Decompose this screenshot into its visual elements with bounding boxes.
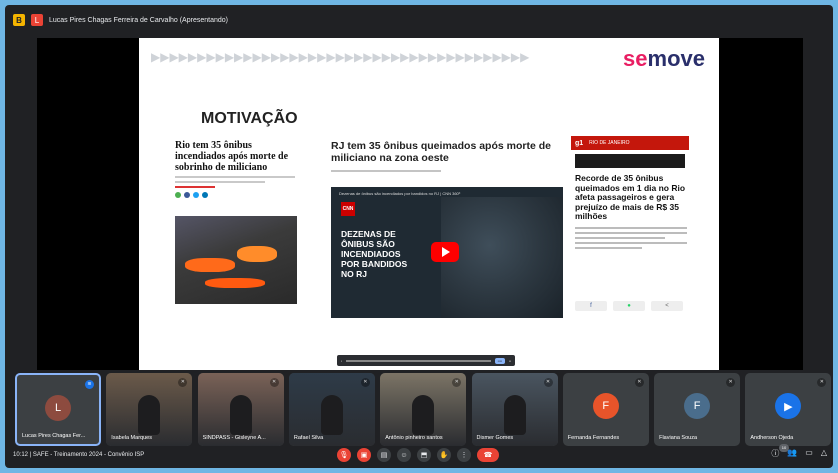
participant-avatar: ▶ <box>775 393 802 419</box>
participant-name: Antônio pinheiro santos <box>385 435 443 441</box>
participant-avatar: F <box>684 393 711 419</box>
participant-person <box>138 395 161 435</box>
participant-name: Flaviana Souza <box>659 435 698 441</box>
share-bar: f ● < <box>575 301 683 311</box>
presenter-avatar: L <box>31 14 43 26</box>
participant-avatar: F <box>592 393 619 419</box>
semove-logo: semove <box>623 46 705 71</box>
hangup-icon[interactable]: ☎ <box>477 448 499 462</box>
muted-mic-icon: ✕ <box>726 378 736 387</box>
article-1-headline: Rio tem 35 ônibus incendiados após morte… <box>175 140 289 173</box>
g1-region: RIO DE JANEIRO <box>589 140 630 146</box>
participant-name: Isabela Marques <box>111 435 152 441</box>
article-2-headline: RJ tem 35 ônibus queimados após morte de… <box>331 140 551 164</box>
speaking-icon: ≋ <box>85 380 94 389</box>
meet-window: B L Lucas Pires Chagas Ferreira de Carva… <box>5 5 833 468</box>
participant-person <box>229 395 252 435</box>
muted-mic-icon: ✕ <box>543 378 553 387</box>
video-thumbnail <box>441 197 563 318</box>
article-1: Rio tem 35 ônibus incendiados após morte… <box>175 140 295 198</box>
bottom-bar: 10:12 | SAFE - Treinamento 2024 - Convên… <box>5 442 833 468</box>
share-icons <box>175 192 295 198</box>
embedded-video[interactable]: Dezenas de ônibus são incendiados por ba… <box>331 187 563 318</box>
play-icon[interactable] <box>431 242 459 262</box>
slide: ▶▶▶▶▶▶▶▶▶▶▶▶▶▶▶▶▶▶▶▶▶▶▶▶▶▶▶▶▶▶▶▶▶▶▶▶▶▶▶▶… <box>139 38 719 370</box>
arrow-pattern: ▶▶▶▶▶▶▶▶▶▶▶▶▶▶▶▶▶▶▶▶▶▶▶▶▶▶▶▶▶▶▶▶▶▶▶▶▶▶▶▶… <box>151 50 530 64</box>
participant-name: Lucas Pires Chagas Fer... <box>22 433 86 439</box>
participant-name: Andherson Ojeda <box>750 435 794 441</box>
cnn-logo: CNN <box>341 202 355 216</box>
g1-logo: g1 <box>575 139 584 147</box>
info-icon[interactable]: ⓘ <box>771 448 779 459</box>
participant-tile[interactable]: ✕ SINDPASS - Gisleyne A... <box>197 373 284 446</box>
muted-mic-icon: ✕ <box>634 378 644 387</box>
article-3-headline: Recorde de 35 ônibus queimados em 1 dia … <box>575 173 686 221</box>
muted-mic-icon: ✕ <box>817 378 827 387</box>
participant-tile[interactable]: ✕ Dismer Gomes <box>471 373 558 446</box>
article-2: RJ tem 35 ônibus queimados após morte de… <box>331 140 571 172</box>
g1-header: g1 RIO DE JANEIRO <box>571 136 689 150</box>
video-overlay-text: DEZENAS DE ÔNIBUS SÃO INCENDIADOS POR BA… <box>341 229 408 279</box>
muted-mic-icon: ✕ <box>269 378 279 387</box>
participant-tile[interactable]: ✕ Rafael Silva <box>288 373 375 446</box>
slide-title: MOTIVAÇÃO <box>201 110 298 127</box>
chat-icon[interactable]: ▭ <box>805 448 813 459</box>
participant-name: SINDPASS - Gisleyne A... <box>202 435 266 441</box>
presenter-label: Lucas Pires Chagas Ferreira de Carvalho … <box>49 16 228 24</box>
participant-tile[interactable]: ✕ Isabela Marques <box>106 373 193 446</box>
present-icon[interactable]: ⬒ <box>417 448 431 462</box>
participant-name: Dismer Gomes <box>476 435 514 441</box>
people-icon[interactable]: 👥 <box>787 448 797 459</box>
article-3: Recorde de 35 ônibus queimados em 1 dia … <box>575 173 687 252</box>
raise-hand-icon[interactable]: ✋ <box>437 448 451 462</box>
participant-strip: L ≋ Lucas Pires Chagas Fer... ✕ Isabela Marq… <box>15 373 833 446</box>
participant-name: Fernanda Fernandes <box>567 435 620 441</box>
video-caption: Dezenas de ônibus são incendiados por ba… <box>339 191 461 196</box>
participant-avatar: L <box>45 395 71 421</box>
app-badge: B <box>13 14 25 26</box>
facebook-icon[interactable]: f <box>575 301 607 311</box>
participant-person <box>320 395 343 435</box>
mic-off-icon[interactable]: 🎙 <box>337 448 351 462</box>
stop-sharing-button[interactable]: ▪▪▪▪ <box>494 357 505 364</box>
call-controls: 🎙 ▣ ▤ ☺ ⬒ ✋ ⋮ ☎ <box>337 448 499 462</box>
presentation-stage: ▶▶▶▶▶▶▶▶▶▶▶▶▶▶▶▶▶▶▶▶▶▶▶▶▶▶▶▶▶▶▶▶▶▶▶▶▶▶▶▶… <box>37 38 803 370</box>
article-1-photo <box>175 216 297 304</box>
participant-tile[interactable]: F ✕ Fernanda Fernandes <box>562 373 649 446</box>
participant-person <box>412 395 435 435</box>
emoji-icon[interactable]: ☺ <box>397 448 411 462</box>
participant-name: Rafael Silva <box>293 435 324 441</box>
side-controls: ⓘ 👥 ▭ △ <box>771 448 827 459</box>
whatsapp-icon[interactable]: ● <box>613 301 645 311</box>
participant-tile[interactable]: ▶ ✕ Andherson Ojeda <box>745 373 832 446</box>
ad-banner <box>575 154 685 168</box>
more-options-icon[interactable]: ⋮ <box>457 448 471 462</box>
participant-tile[interactable]: L ≋ Lucas Pires Chagas Fer... <box>15 373 101 446</box>
participant-tile[interactable]: F ✕ Flaviana Souza <box>654 373 741 446</box>
top-bar: B L Lucas Pires Chagas Ferreira de Carva… <box>5 5 833 35</box>
participant-person <box>503 395 526 435</box>
captions-icon[interactable]: ▤ <box>377 448 391 462</box>
camera-off-icon[interactable]: ▣ <box>357 448 371 462</box>
screen-share-bar: ▪ ▪▪▪▪ ▪▪ <box>337 355 515 366</box>
share-icon[interactable]: < <box>651 301 683 311</box>
participant-tile[interactable]: ✕ Antônio pinheiro santos <box>380 373 467 446</box>
meeting-info: 10:12 | SAFE - Treinamento 2024 - Convên… <box>13 452 145 458</box>
activities-icon[interactable]: △ <box>821 448 827 459</box>
muted-mic-icon: ✕ <box>360 378 370 387</box>
